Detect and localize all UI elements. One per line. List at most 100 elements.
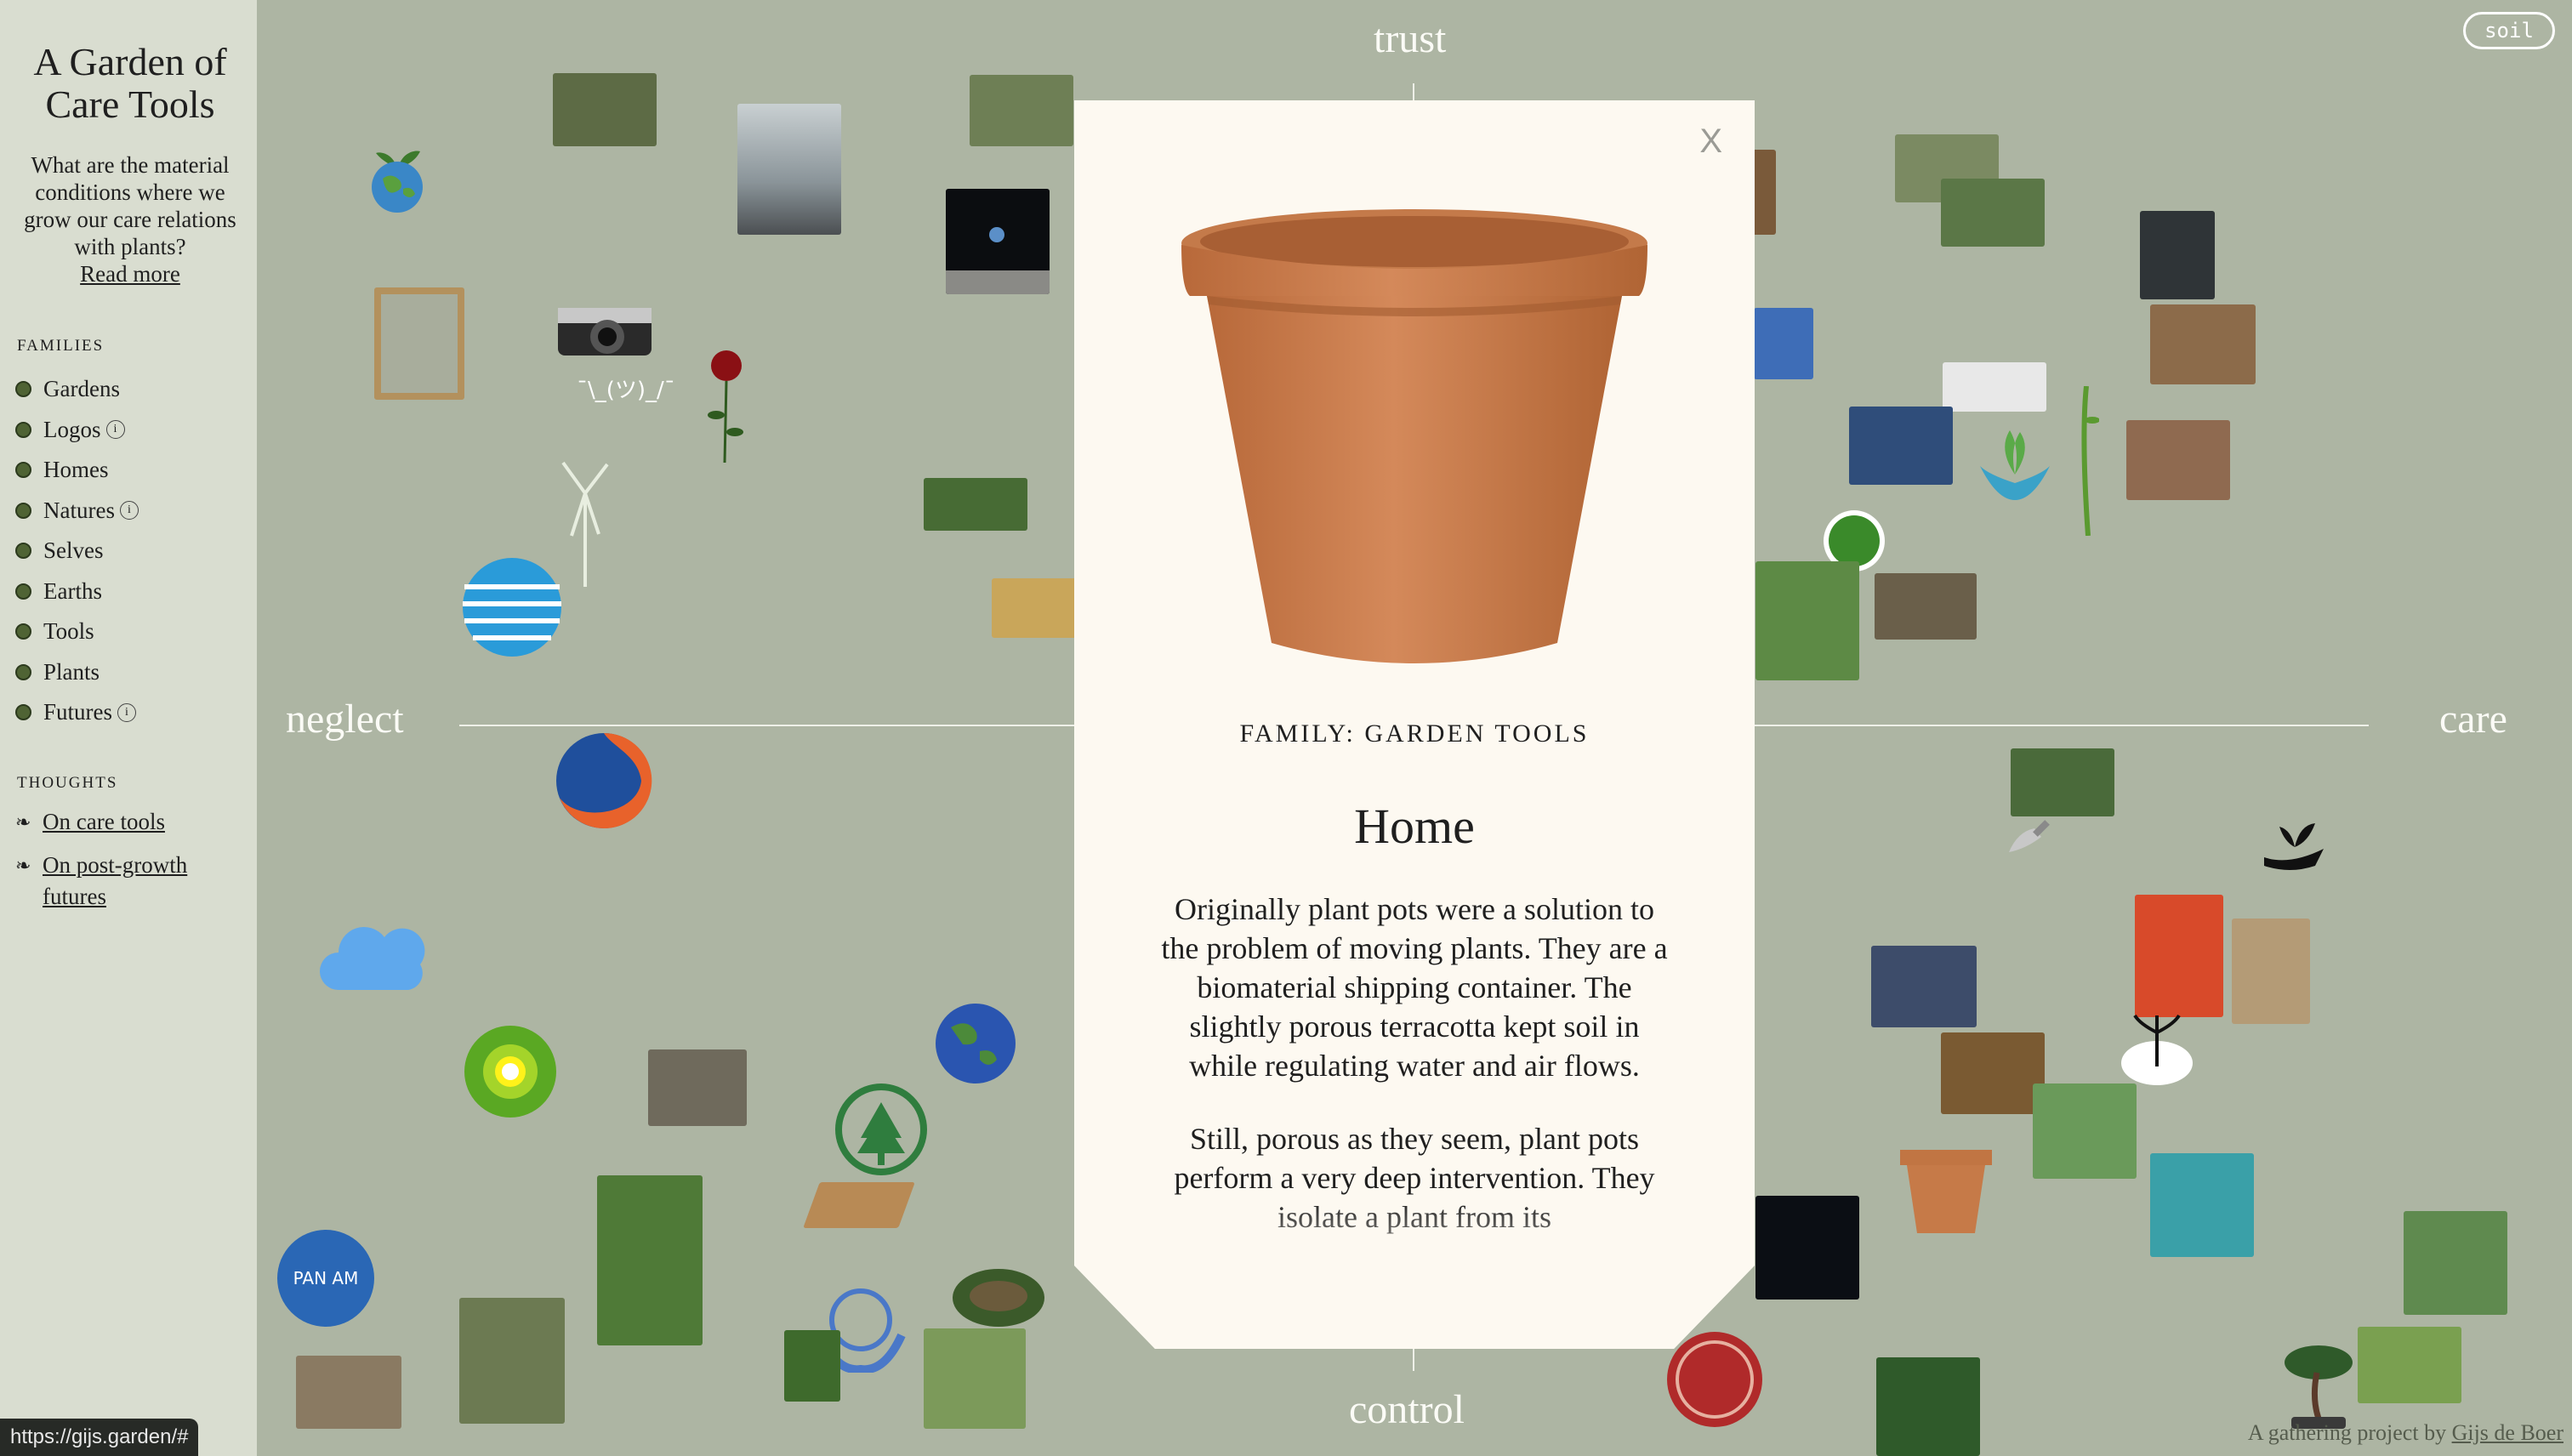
cottage-garden-photo[interactable] (2150, 304, 2256, 384)
thought-link-post-growth[interactable]: On post-growth futures (43, 850, 245, 913)
park-photo[interactable] (1941, 179, 2045, 247)
earth-globe-image[interactable] (934, 1002, 1017, 1085)
description-paragraph: Originally plant pots were a solution to… (1161, 892, 1668, 1083)
plant-roots-icon[interactable] (2118, 1007, 2196, 1089)
compost-bin-image[interactable] (2140, 211, 2215, 299)
fertilizer-bag-image[interactable] (2135, 895, 2223, 1017)
family-label[interactable]: Selves (43, 537, 104, 564)
family-item-natures[interactable]: Natures i (15, 491, 245, 532)
spray-bottle-photo[interactable] (2126, 420, 2230, 500)
ruin-garden-photo[interactable] (553, 73, 657, 146)
earthrise-photo[interactable] (946, 189, 1050, 294)
gardening-vest-image[interactable] (2232, 919, 2310, 1024)
family-label[interactable]: Earths (43, 578, 102, 605)
fallen-tree-photo[interactable] (2358, 1327, 2461, 1403)
sidebar: A Garden of Care Tools What are the mate… (0, 0, 257, 1456)
pattern-drawing-image[interactable] (1943, 362, 2046, 412)
read-more-link[interactable]: Read more (80, 260, 180, 287)
pan-am-logo[interactable]: PAN AM (276, 1228, 376, 1328)
family-item-futures[interactable]: Futures i (15, 692, 245, 733)
family-dot[interactable] (15, 583, 31, 600)
axis-label-care: care (2439, 697, 2507, 742)
family-dot[interactable] (15, 704, 31, 721)
trowel-image[interactable] (2006, 815, 2055, 856)
families-heading: FAMILIES (17, 337, 105, 355)
night-sky-photo[interactable] (1871, 946, 1977, 1027)
bp-logo[interactable] (463, 1024, 558, 1119)
family-item-tools[interactable]: Tools (15, 611, 245, 652)
info-icon[interactable]: i (119, 501, 139, 520)
petri-dish-image[interactable] (1665, 1330, 1764, 1429)
terracotta-pot-image[interactable] (1897, 1141, 1995, 1237)
info-icon[interactable]: i (117, 702, 136, 722)
coral-reef-photo[interactable] (2150, 1153, 2254, 1257)
rose-image[interactable] (704, 347, 747, 463)
credit: A gathering project by Gijs de Boer (2248, 1420, 2563, 1446)
text-fade-overlay (1074, 1197, 1755, 1349)
family-label[interactable]: Natures (43, 498, 115, 524)
family-dot[interactable] (15, 462, 31, 479)
family-item-plants[interactable]: Plants (15, 652, 245, 693)
garden-path-photo[interactable] (970, 75, 1073, 146)
aerial-garden-photo[interactable] (924, 1328, 1026, 1429)
icloud-logo[interactable] (320, 922, 425, 992)
family-label[interactable]: Plants (43, 659, 100, 685)
space-station-photo[interactable] (1755, 1196, 1859, 1300)
family-item-homes[interactable]: Homes (15, 450, 245, 491)
firefox-logo[interactable] (553, 730, 655, 832)
forest-road-photo[interactable] (924, 478, 1027, 531)
family-dot[interactable] (15, 663, 31, 680)
self-portrait-photo[interactable] (1849, 407, 1953, 485)
thought-item: ❧ On care tools (15, 806, 245, 838)
pruning-tool-photo[interactable] (2033, 1083, 2137, 1179)
persian-rug-image[interactable] (1941, 1032, 2045, 1114)
painted-garden-image[interactable] (1754, 308, 1813, 379)
bonsai-image[interactable] (2278, 1339, 2358, 1430)
front-garden-photo[interactable] (1875, 573, 1977, 640)
seed-tray-image[interactable] (992, 578, 1077, 638)
family-label[interactable]: Gardens (43, 376, 120, 402)
family-dot[interactable] (15, 623, 31, 640)
family-item-gardens[interactable]: Gardens (15, 369, 245, 410)
treehouse-photo[interactable] (2011, 748, 2114, 816)
close-button[interactable]: X (1699, 122, 1722, 161)
family-item-logos[interactable]: Logos i (15, 410, 245, 451)
family-dot[interactable] (15, 381, 31, 398)
wanderer-painting[interactable] (737, 104, 841, 235)
family-label[interactable]: Tools (43, 618, 94, 645)
credit-prefix: A gathering project by (2247, 1420, 2447, 1445)
family-label[interactable]: Homes (43, 457, 109, 483)
field-workers-photo[interactable] (296, 1356, 401, 1429)
info-icon[interactable]: i (105, 420, 125, 440)
crop-circle-photo[interactable] (1876, 1357, 1980, 1456)
family-item-selves[interactable]: Selves (15, 531, 245, 572)
family-dot[interactable] (15, 543, 31, 560)
status-bar-url: https://gijs.garden/# (0, 1419, 199, 1456)
lucky-bamboo-image[interactable] (2074, 386, 2099, 536)
shrug-text: ¯\_(ツ)_/¯ (577, 378, 675, 403)
soil-button[interactable]: soil (2463, 12, 2555, 49)
forest-service-logo[interactable] (834, 1082, 929, 1177)
terracotta-pot-hero-image (1178, 208, 1651, 672)
green-wall-photo[interactable] (597, 1175, 703, 1345)
lawn-photo[interactable] (784, 1330, 840, 1402)
author-link[interactable]: Gijs de Boer (2452, 1420, 2563, 1445)
family-dot[interactable] (15, 421, 31, 438)
camera-image[interactable] (555, 298, 655, 362)
empty-frame-image[interactable] (374, 287, 464, 400)
river-aerial-photo[interactable] (2404, 1211, 2507, 1315)
moss-ring-image[interactable] (949, 1262, 1048, 1332)
family-dot[interactable] (15, 502, 31, 519)
globe-sprout-image[interactable] (367, 128, 427, 213)
family-label[interactable]: Futures (43, 699, 112, 725)
overgrown-garden-photo[interactable] (1755, 561, 1859, 680)
sprout-hand-icon[interactable] (2256, 806, 2334, 874)
family-item-earths[interactable]: Earths (15, 572, 245, 612)
doormat-image[interactable] (803, 1182, 915, 1228)
family-label[interactable]: Logos (43, 417, 101, 443)
att-logo[interactable] (459, 556, 565, 658)
thought-link-care-tools[interactable]: On care tools (43, 806, 165, 838)
hands-plant-logo[interactable] (1975, 415, 2055, 503)
interior-photo[interactable] (648, 1049, 747, 1126)
weed-burner-photo[interactable] (459, 1298, 565, 1424)
